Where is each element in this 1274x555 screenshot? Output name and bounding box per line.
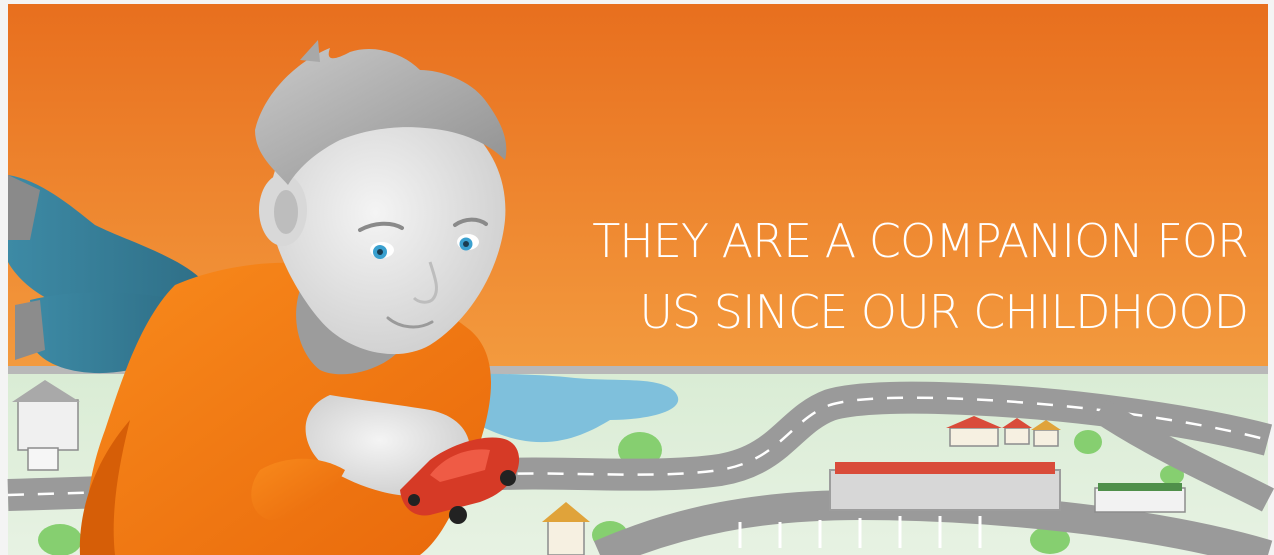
headline-line-1: THEY ARE A COMPANION FOR [592, 214, 1249, 268]
hero-banner: THEY ARE A COMPANION FOR US SINCE OUR CH… [0, 0, 1274, 555]
headline-line-2: US SINCE OUR CHILDHOOD [639, 285, 1249, 339]
hero-headline: THEY ARE A COMPANION FOR US SINCE OUR CH… [428, 206, 1249, 348]
